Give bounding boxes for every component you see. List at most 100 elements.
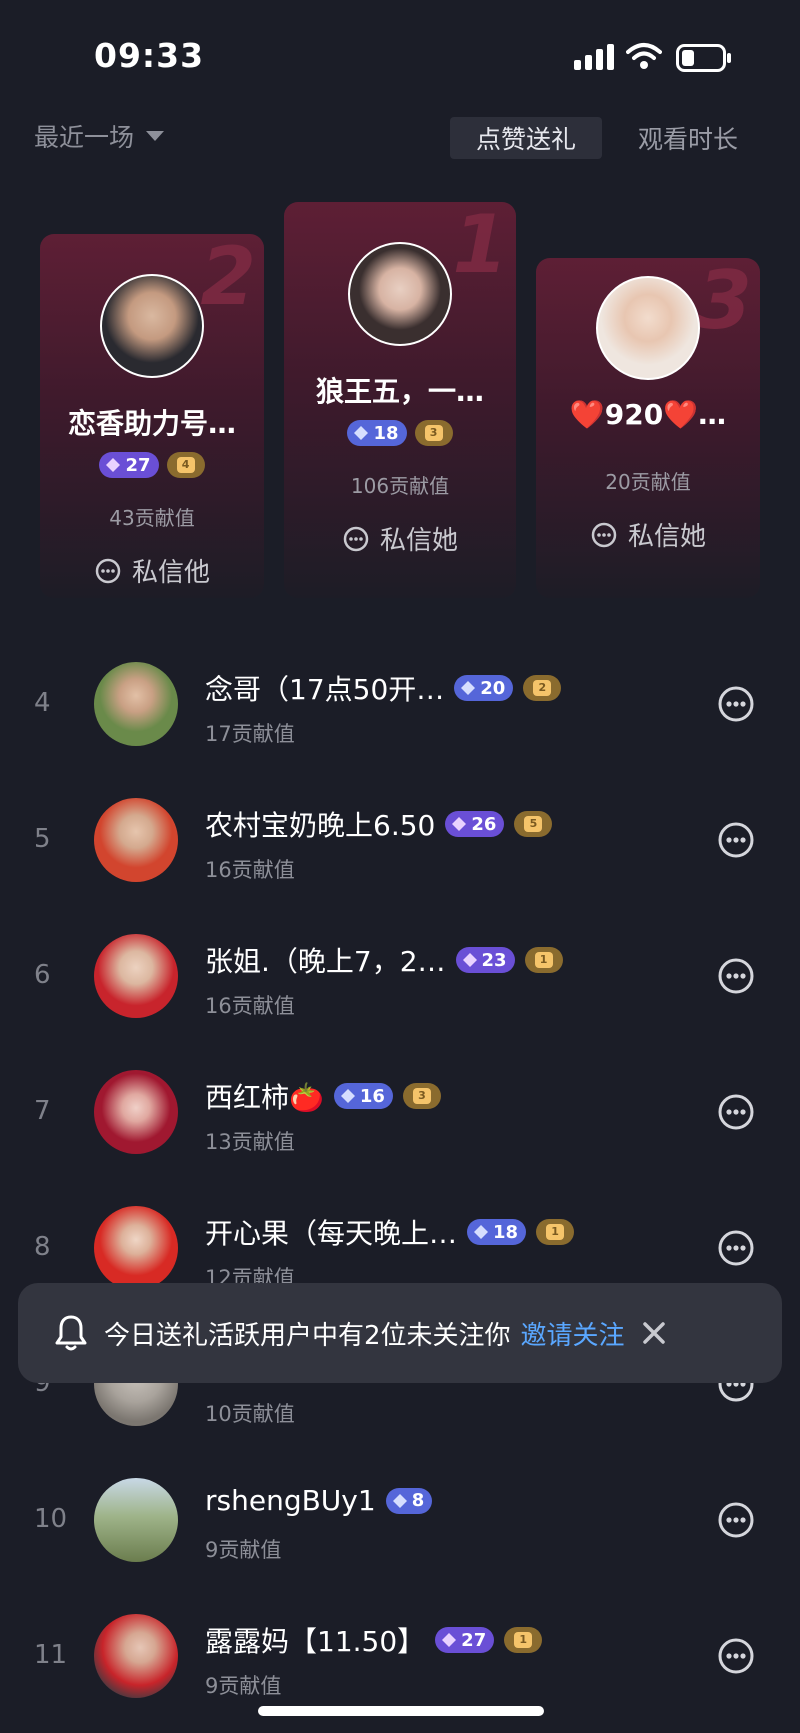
chat-bubble-icon[interactable] — [716, 820, 756, 860]
range-label: 最近一场 — [34, 123, 135, 152]
user-name: 张姐.（晚上7，2… — [205, 945, 446, 978]
avatar[interactable] — [94, 662, 178, 746]
avatar[interactable] — [348, 242, 452, 346]
list-item-rank-5[interactable]: 5 农村宝奶晚上6.50 26 5 16贡献值 — [0, 776, 800, 906]
heart-icon: 3 — [412, 1088, 431, 1104]
diamond-icon — [461, 681, 476, 695]
fan-club-badge: 3 — [414, 420, 453, 446]
fan-club-badge: 1 — [504, 1627, 543, 1653]
cellular-signal-icon — [574, 44, 614, 70]
user-name: 开心果（每天晚上… — [205, 1217, 458, 1250]
level-badge: 27 — [435, 1627, 495, 1653]
avatar[interactable] — [94, 1614, 178, 1698]
user-name-row: rshengBUy1 8 — [205, 1484, 433, 1517]
diamond-icon — [106, 458, 121, 472]
podium-card-rank-2[interactable]: 2 恋香助力号… 27 4 43贡献值 私信他 — [40, 234, 264, 598]
fan-club-badge: 2 — [523, 675, 562, 701]
contribution-value: 13贡献值 — [205, 1130, 295, 1154]
rank-number: 1 — [452, 202, 508, 291]
list-item-rank-4[interactable]: 4 念哥（17点50开… 20 2 17贡献值 — [0, 640, 800, 770]
wifi-icon — [626, 43, 662, 69]
badge-group: 27 4 — [40, 452, 264, 478]
podium-card-rank-3[interactable]: 3 ❤️920❤️… 20贡献值 私信她 — [536, 258, 760, 598]
diamond-icon — [354, 426, 369, 440]
rank-number: 4 — [34, 688, 51, 718]
chat-bubble-icon[interactable] — [716, 1636, 756, 1676]
tab-likes-gifts[interactable]: 点赞送礼 — [450, 117, 602, 159]
chat-bubble-icon — [591, 522, 617, 547]
user-name-row: 开心果（每天晚上… 18 1 — [205, 1212, 575, 1252]
avatar[interactable] — [94, 934, 178, 1018]
direct-message-button[interactable]: 私信他 — [40, 552, 264, 589]
level-badge: 8 — [385, 1487, 433, 1514]
chat-bubble-icon — [95, 558, 121, 583]
contribution-value: 106贡献值 — [350, 474, 450, 498]
list-item-rank-6[interactable]: 6 张姐.（晚上7，2… 23 1 16贡献值 — [0, 912, 800, 1042]
bell-icon — [55, 1315, 87, 1351]
user-name: 恋香助力号… — [67, 407, 236, 440]
diamond-icon — [462, 953, 477, 967]
user-name-row: 农村宝奶晚上6.50 26 5 — [205, 804, 553, 844]
chat-bubble-icon[interactable] — [716, 1092, 756, 1132]
list-item-rank-10[interactable]: 10 rshengBUy1 8 9贡献值 — [0, 1456, 800, 1586]
contribution-value: 20贡献值 — [605, 470, 691, 494]
fan-club-badge: 5 — [514, 811, 553, 837]
contribution-value: 10贡献值 — [205, 1402, 295, 1426]
rank-number: 8 — [34, 1232, 51, 1262]
diamond-icon — [442, 1633, 457, 1647]
avatar[interactable] — [94, 798, 178, 882]
user-name: rshengBUy1 — [205, 1484, 376, 1517]
fan-club-badge: 1 — [536, 1219, 575, 1245]
level-badge: 23 — [455, 947, 515, 973]
avatar[interactable] — [94, 1206, 178, 1290]
close-icon[interactable] — [641, 1320, 667, 1346]
user-name: 狼王五，一… — [315, 375, 484, 408]
chat-bubble-icon — [343, 526, 369, 551]
diamond-icon — [392, 1493, 407, 1508]
chat-bubble-icon[interactable] — [716, 684, 756, 724]
fan-club-badge: 1 — [524, 947, 563, 973]
chat-bubble-icon[interactable] — [716, 956, 756, 996]
contribution-value: 17贡献值 — [205, 722, 295, 746]
fan-club-badge: 3 — [402, 1083, 441, 1109]
chat-bubble-icon[interactable] — [716, 1228, 756, 1268]
heart-icon: 2 — [533, 680, 552, 696]
rank-number: 7 — [34, 1096, 51, 1126]
invite-follow-link[interactable]: 邀请关注 — [521, 1315, 625, 1352]
level-badge: 18 — [347, 420, 407, 446]
user-name-row: 西红柿🍅 16 3 — [205, 1076, 441, 1116]
rank-number: 2 — [200, 234, 256, 323]
follow-invite-toast: 今日送礼活跃用户中有2位未关注你 邀请关注 — [18, 1283, 782, 1383]
level-badge: 18 — [467, 1219, 527, 1245]
user-name: 念哥（17点50开… — [205, 673, 445, 706]
chat-bubble-icon[interactable] — [716, 1500, 756, 1540]
avatar[interactable] — [94, 1478, 178, 1562]
diamond-icon — [452, 817, 467, 831]
level-badge: 27 — [99, 452, 159, 478]
heart-icon: 1 — [534, 952, 553, 968]
avatar[interactable] — [100, 274, 204, 378]
rank-number: 3 — [696, 258, 752, 347]
battery-icon — [676, 44, 731, 72]
avatar[interactable] — [596, 276, 700, 380]
direct-message-button[interactable]: 私信她 — [536, 516, 760, 553]
level-badge: 20 — [454, 675, 514, 701]
list-item-rank-11[interactable]: 11 露露妈【11.50】 27 1 9贡献值 — [0, 1592, 800, 1722]
range-dropdown[interactable]: 最近一场 — [34, 118, 165, 154]
home-indicator — [258, 1706, 544, 1716]
list-item-rank-7[interactable]: 7 西红柿🍅 16 3 13贡献值 — [0, 1048, 800, 1178]
tab-watch-time[interactable]: 观看时长 — [638, 120, 738, 156]
toast-message: 今日送礼活跃用户中有2位未关注你 — [104, 1320, 511, 1351]
rank-number: 11 — [34, 1640, 68, 1670]
chevron-down-icon — [146, 131, 165, 141]
avatar[interactable] — [94, 1070, 178, 1154]
level-badge: 26 — [445, 811, 505, 837]
status-bar: 09:33 — [0, 0, 800, 100]
rank-number: 6 — [34, 960, 51, 990]
direct-message-button[interactable]: 私信她 — [284, 520, 516, 557]
heart-icon: 4 — [176, 457, 195, 473]
rank-number: 10 — [34, 1504, 68, 1534]
podium-card-rank-1[interactable]: 1 狼王五，一… 18 3 106贡献值 私信她 — [284, 202, 516, 598]
contribution-value: 43贡献值 — [109, 506, 195, 530]
fan-club-badge: 4 — [166, 452, 205, 478]
